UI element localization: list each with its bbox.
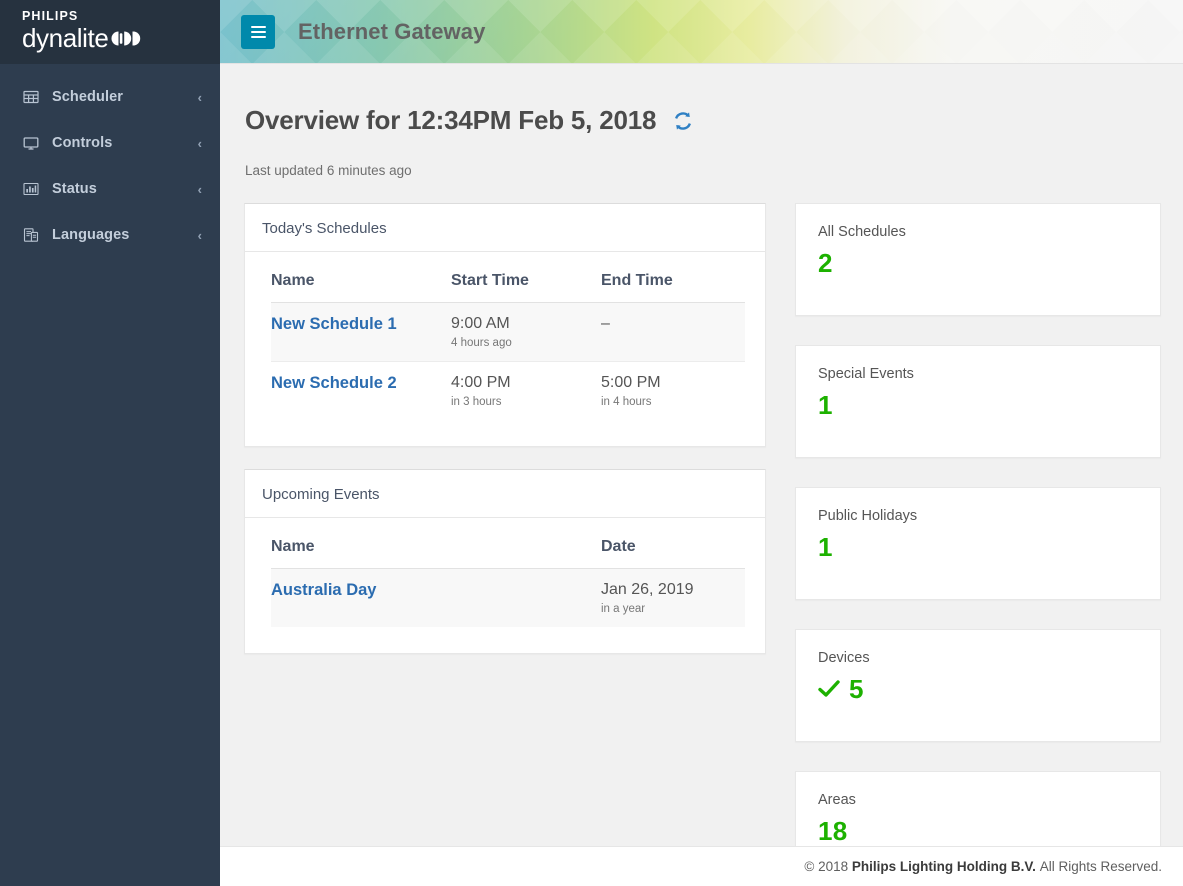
brand-philips-text: PHILIPS [22, 9, 220, 23]
main-region: Ethernet Gateway Overview for 12:34PM Fe… [220, 0, 1183, 886]
cell-date: Jan 26, 2019 in a year [601, 568, 745, 627]
cell-name: Australia Day [271, 568, 601, 627]
table-row[interactable]: New Schedule 1 9:00 AM 4 hours ago – [271, 302, 745, 361]
green-check-icon [818, 679, 840, 699]
upcoming-events-card: Upcoming Events Name Date [244, 469, 766, 654]
stat-value: 2 [818, 248, 833, 278]
start-time-value: 4:00 PM [451, 374, 601, 392]
table-row[interactable]: New Schedule 2 4:00 PM in 3 hours 5:00 P… [271, 361, 745, 420]
sidebar-item-languages[interactable]: Languages ‹ [0, 212, 220, 258]
stat-label: All Schedules [818, 224, 1138, 240]
monitor-icon [22, 134, 40, 152]
card-body: Name Date Australia Day [245, 518, 765, 653]
cell-end-time: 5:00 PM in 4 hours [601, 361, 745, 420]
dynalite-mark-icon [111, 31, 141, 46]
event-link[interactable]: Australia Day [271, 581, 376, 599]
schedule-link[interactable]: New Schedule 2 [271, 374, 397, 392]
topbar: Ethernet Gateway [220, 0, 1183, 64]
schedules-table: Name Start Time End Time New Schedule 1 [271, 260, 745, 420]
sidebar-item-label: Languages [52, 227, 129, 243]
stat-value: 1 [818, 390, 833, 420]
end-time-relative: in 4 hours [601, 396, 745, 408]
table-header-row: Name Date [271, 526, 745, 569]
page-header: Overview for 12:34PM Feb 5, 2018 Last up… [244, 88, 1161, 178]
stat-label: Areas [818, 792, 1138, 808]
table-row[interactable]: Australia Day Jan 26, 2019 in a year [271, 568, 745, 627]
chevron-left-icon: ‹ [198, 183, 202, 196]
stat-card-areas[interactable]: Areas 18 [795, 771, 1161, 846]
stat-card-special-events[interactable]: Special Events 1 [795, 345, 1161, 458]
footer-company: Philips Lighting Holding B.V. [852, 859, 1036, 874]
hamburger-bars [251, 23, 266, 41]
column-header-date: Date [601, 526, 745, 569]
last-updated-text: Last updated 6 minutes ago [245, 163, 1161, 178]
start-time-relative: 4 hours ago [451, 337, 601, 349]
stat-card-devices[interactable]: Devices 5 [795, 629, 1161, 742]
start-time-value: 9:00 AM [451, 315, 601, 333]
event-date-relative: in a year [601, 603, 745, 615]
sidebar-item-controls[interactable]: Controls ‹ [0, 120, 220, 166]
event-date-value: Jan 26, 2019 [601, 581, 745, 599]
cell-start-time: 4:00 PM in 3 hours [451, 361, 601, 420]
card-body: Name Start Time End Time New Schedule 1 [245, 252, 765, 446]
end-time-value: 5:00 PM [601, 374, 745, 392]
app-root: PHILIPS dynalite [0, 0, 1183, 886]
hamburger-menu-icon[interactable] [241, 15, 275, 49]
sidebar: PHILIPS dynalite [0, 0, 220, 886]
events-table: Name Date Australia Day [271, 526, 745, 627]
footer-rights: All Rights Reserved. [1040, 859, 1162, 874]
brand-logo[interactable]: PHILIPS dynalite [0, 0, 220, 64]
stat-card-public-holidays[interactable]: Public Holidays 1 [795, 487, 1161, 600]
table-header-row: Name Start Time End Time [271, 260, 745, 303]
schedule-link[interactable]: New Schedule 1 [271, 315, 397, 333]
table-grid-icon [22, 88, 40, 106]
chevron-left-icon: ‹ [198, 137, 202, 150]
todays-schedules-card: Today's Schedules Name Start Time End Ti… [244, 203, 766, 447]
footer: © 2018 Philips Lighting Holding B.V. All… [220, 846, 1183, 886]
stat-label: Devices [818, 650, 1138, 666]
card-title: Upcoming Events [245, 470, 765, 518]
refresh-sync-icon[interactable] [672, 110, 694, 132]
end-time-value: – [601, 315, 745, 333]
chevron-left-icon: ‹ [198, 229, 202, 242]
sidebar-item-status[interactable]: Status ‹ [0, 166, 220, 212]
sidebar-nav: Scheduler ‹ Controls ‹ [0, 64, 220, 258]
column-header-name: Name [271, 526, 601, 569]
sidebar-item-label: Status [52, 181, 97, 197]
stat-value: 18 [818, 816, 848, 846]
stat-label: Special Events [818, 366, 1138, 382]
sidebar-item-label: Scheduler [52, 89, 123, 105]
content-area: Overview for 12:34PM Feb 5, 2018 Last up… [220, 64, 1183, 846]
sidebar-item-label: Controls [52, 135, 112, 151]
stat-label: Public Holidays [818, 508, 1138, 524]
sidebar-item-scheduler[interactable]: Scheduler ‹ [0, 74, 220, 120]
overview-title: Overview for 12:34PM Feb 5, 2018 [245, 105, 656, 136]
cell-start-time: 9:00 AM 4 hours ago [451, 302, 601, 361]
brand-dynalite-text: dynalite [22, 24, 108, 52]
column-header-start-time: Start Time [451, 260, 601, 303]
stat-value: 1 [818, 532, 833, 562]
cell-name: New Schedule 1 [271, 302, 451, 361]
card-title: Today's Schedules [245, 204, 765, 252]
language-book-icon [22, 226, 40, 244]
page-title: Ethernet Gateway [298, 19, 485, 45]
chevron-left-icon: ‹ [198, 91, 202, 104]
left-column: Today's Schedules Name Start Time End Ti… [244, 203, 766, 654]
stat-card-all-schedules[interactable]: All Schedules 2 [795, 203, 1161, 316]
cell-name: New Schedule 2 [271, 361, 451, 420]
footer-copyright: © 2018 [804, 859, 848, 874]
right-column: All Schedules 2 Special Events 1 Public … [795, 203, 1161, 846]
cell-end-time: – [601, 302, 745, 361]
dashboard-grid: Today's Schedules Name Start Time End Ti… [244, 203, 1161, 846]
column-header-name: Name [271, 260, 451, 303]
column-header-end-time: End Time [601, 260, 745, 303]
start-time-relative: in 3 hours [451, 396, 601, 408]
stat-value: 5 [849, 674, 864, 704]
bar-chart-icon [22, 180, 40, 198]
